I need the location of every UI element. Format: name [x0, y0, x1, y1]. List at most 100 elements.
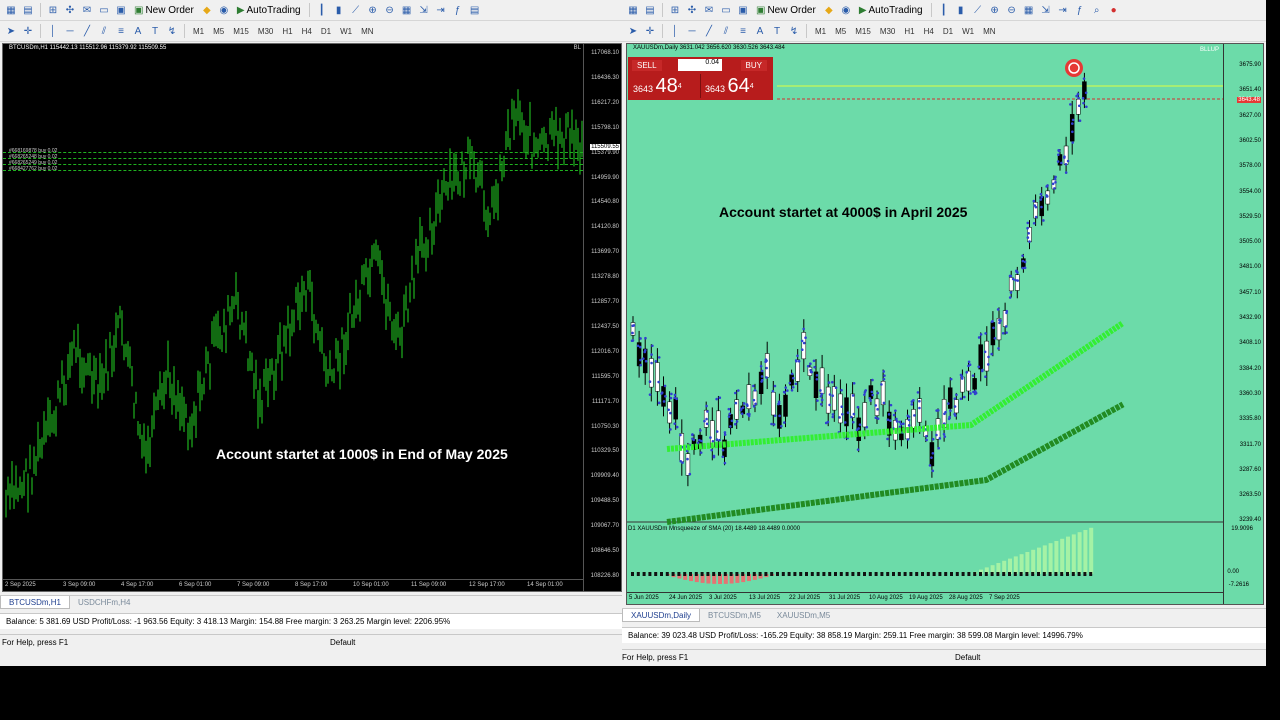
navigator-icon[interactable]: ✉ — [702, 3, 716, 17]
trendline-icon[interactable]: ╱ — [80, 24, 94, 38]
timeframe-m1[interactable]: M1 — [812, 27, 829, 36]
zoom-out-icon[interactable]: ⊖ — [383, 3, 397, 17]
tab-btcusdm-m5[interactable]: BTCUSDm,M5 — [700, 609, 769, 622]
timeframe-w1[interactable]: W1 — [337, 27, 355, 36]
timeframe-mn[interactable]: MN — [980, 27, 998, 36]
new-order-button[interactable]: ▣ New Order — [131, 2, 197, 19]
signals-icon[interactable]: ◉ — [839, 3, 853, 17]
candlestick-icon[interactable]: ▮ — [954, 3, 968, 17]
buy-button[interactable]: BUY — [740, 60, 767, 71]
terminal-icon[interactable]: ▭ — [97, 3, 111, 17]
cursor-icon[interactable]: ➤ — [4, 24, 18, 38]
text-label-icon[interactable]: T — [148, 24, 162, 38]
timeframe-mn[interactable]: MN — [358, 27, 376, 36]
squeeze-dot — [955, 572, 959, 576]
tile-windows-icon[interactable]: ▦ — [1022, 3, 1036, 17]
channel-icon[interactable]: ⫽ — [719, 24, 733, 38]
lot-size-input[interactable]: 0.04 — [678, 59, 722, 71]
crosshair-icon[interactable]: ✛ — [643, 24, 657, 38]
timeframe-h1[interactable]: H1 — [901, 27, 917, 36]
market-watch-icon[interactable]: ⊞ — [668, 3, 682, 17]
timeframe-m15[interactable]: M15 — [852, 27, 874, 36]
strategy-tester-icon[interactable]: ▣ — [114, 3, 128, 17]
zoom-out-icon[interactable]: ⊖ — [1005, 3, 1019, 17]
metaeditor-icon[interactable]: ◆ — [200, 3, 214, 17]
timeframe-m5[interactable]: M5 — [832, 27, 849, 36]
bar-chart-icon[interactable]: ┃ — [937, 3, 951, 17]
horizontal-line-icon[interactable]: ─ — [685, 24, 699, 38]
order-line[interactable] — [3, 164, 583, 165]
auto-trading-button[interactable]: ▶ AutoTrading — [856, 2, 926, 19]
order-line[interactable] — [3, 158, 583, 159]
indicators-icon[interactable]: ƒ — [1073, 3, 1087, 17]
timeframe-m1[interactable]: M1 — [190, 27, 207, 36]
arrows-icon[interactable]: ↯ — [165, 24, 179, 38]
data-window-icon[interactable]: ✣ — [63, 3, 77, 17]
bid-price[interactable]: 3643 484 — [633, 75, 682, 98]
order-line[interactable] — [3, 152, 583, 153]
chart-shift-icon[interactable]: ⇥ — [434, 3, 448, 17]
tab-btcusdm-h1[interactable]: BTCUSDm,H1 — [0, 596, 71, 609]
left-chart-tabs: BTCUSDm,H1 USDCHFm,H4 — [0, 595, 625, 609]
timeframe-m15[interactable]: M15 — [230, 27, 252, 36]
timeframe-h1[interactable]: H1 — [279, 27, 295, 36]
trendline-icon[interactable]: ╱ — [702, 24, 716, 38]
btc-chart[interactable]: BTCUSDm,H1 115442.13 115512.96 115379.92… — [2, 43, 622, 592]
cursor-icon[interactable]: ➤ — [626, 24, 640, 38]
chart-shift-icon[interactable]: ⇥ — [1056, 3, 1070, 17]
data-window-icon[interactable]: ✣ — [685, 3, 699, 17]
crosshair-icon[interactable]: ✛ — [21, 24, 35, 38]
sell-button[interactable]: SELL — [632, 60, 662, 71]
auto-scroll-icon[interactable]: ⇲ — [1039, 3, 1053, 17]
timeframe-m30[interactable]: M30 — [877, 27, 899, 36]
timeframe-m30[interactable]: M30 — [255, 27, 277, 36]
strategy-tester-icon[interactable]: ▣ — [736, 3, 750, 17]
candlestick-icon[interactable]: ▮ — [332, 3, 346, 17]
trade-marker — [794, 359, 798, 362]
bar-chart-icon[interactable]: ┃ — [315, 3, 329, 17]
signals-icon[interactable]: ◉ — [217, 3, 231, 17]
arrows-icon[interactable]: ↯ — [787, 24, 801, 38]
xau-chart[interactable]: XAUUSDm,Daily 3631.042 3656.620 3630.526… — [626, 43, 1264, 605]
text-label-icon[interactable]: T — [770, 24, 784, 38]
text-icon[interactable]: A — [131, 24, 145, 38]
line-chart-icon[interactable]: ⟋ — [971, 3, 985, 17]
market-watch-icon[interactable]: ⊞ — [46, 3, 60, 17]
zoom-in-icon[interactable]: ⊕ — [366, 3, 380, 17]
terminal-icon[interactable]: ▭ — [719, 3, 733, 17]
fibonacci-icon[interactable]: ≡ — [736, 24, 750, 38]
zoom-in-icon[interactable]: ⊕ — [988, 3, 1002, 17]
line-chart-icon[interactable]: ⟋ — [349, 3, 363, 17]
tab-usdchfm-h4[interactable]: USDCHFm,H4 — [70, 596, 138, 609]
text-icon[interactable]: A — [753, 24, 767, 38]
timeframe-h4[interactable]: H4 — [299, 27, 315, 36]
tile-windows-icon[interactable]: ▦ — [400, 3, 414, 17]
search-icon[interactable]: ⌕ — [1090, 3, 1104, 17]
timeframe-h4[interactable]: H4 — [921, 27, 937, 36]
indicators-icon[interactable]: ƒ — [451, 3, 465, 17]
profiles-icon[interactable]: ▤ — [21, 3, 35, 17]
ask-price[interactable]: 3643 644 — [705, 75, 754, 98]
timeframe-d1[interactable]: D1 — [940, 27, 956, 36]
profiles-icon[interactable]: ▤ — [643, 3, 657, 17]
alert-icon[interactable]: ● — [1107, 3, 1121, 17]
horizontal-line-icon[interactable]: ─ — [63, 24, 77, 38]
channel-icon[interactable]: ⫽ — [97, 24, 111, 38]
fibonacci-icon[interactable]: ≡ — [114, 24, 128, 38]
vertical-line-icon[interactable]: │ — [46, 24, 60, 38]
new-order-button[interactable]: ▣ New Order — [753, 2, 819, 19]
auto-scroll-icon[interactable]: ⇲ — [417, 3, 431, 17]
metaeditor-icon[interactable]: ◆ — [822, 3, 836, 17]
new-chart-icon[interactable]: ▦ — [626, 3, 640, 17]
templates-icon[interactable]: ▤ — [468, 3, 482, 17]
vertical-line-icon[interactable]: │ — [668, 24, 682, 38]
timeframe-m5[interactable]: M5 — [210, 27, 227, 36]
tab-xauusdm-m5[interactable]: XAUUSDm,M5 — [769, 609, 838, 622]
timeframe-w1[interactable]: W1 — [959, 27, 977, 36]
navigator-icon[interactable]: ✉ — [80, 3, 94, 17]
order-line[interactable] — [3, 170, 583, 171]
timeframe-d1[interactable]: D1 — [318, 27, 334, 36]
tab-xauusdm-daily[interactable]: XAUUSDm,Daily — [622, 609, 701, 622]
auto-trading-button[interactable]: ▶ AutoTrading — [234, 2, 304, 19]
new-chart-icon[interactable]: ▦ — [4, 3, 18, 17]
